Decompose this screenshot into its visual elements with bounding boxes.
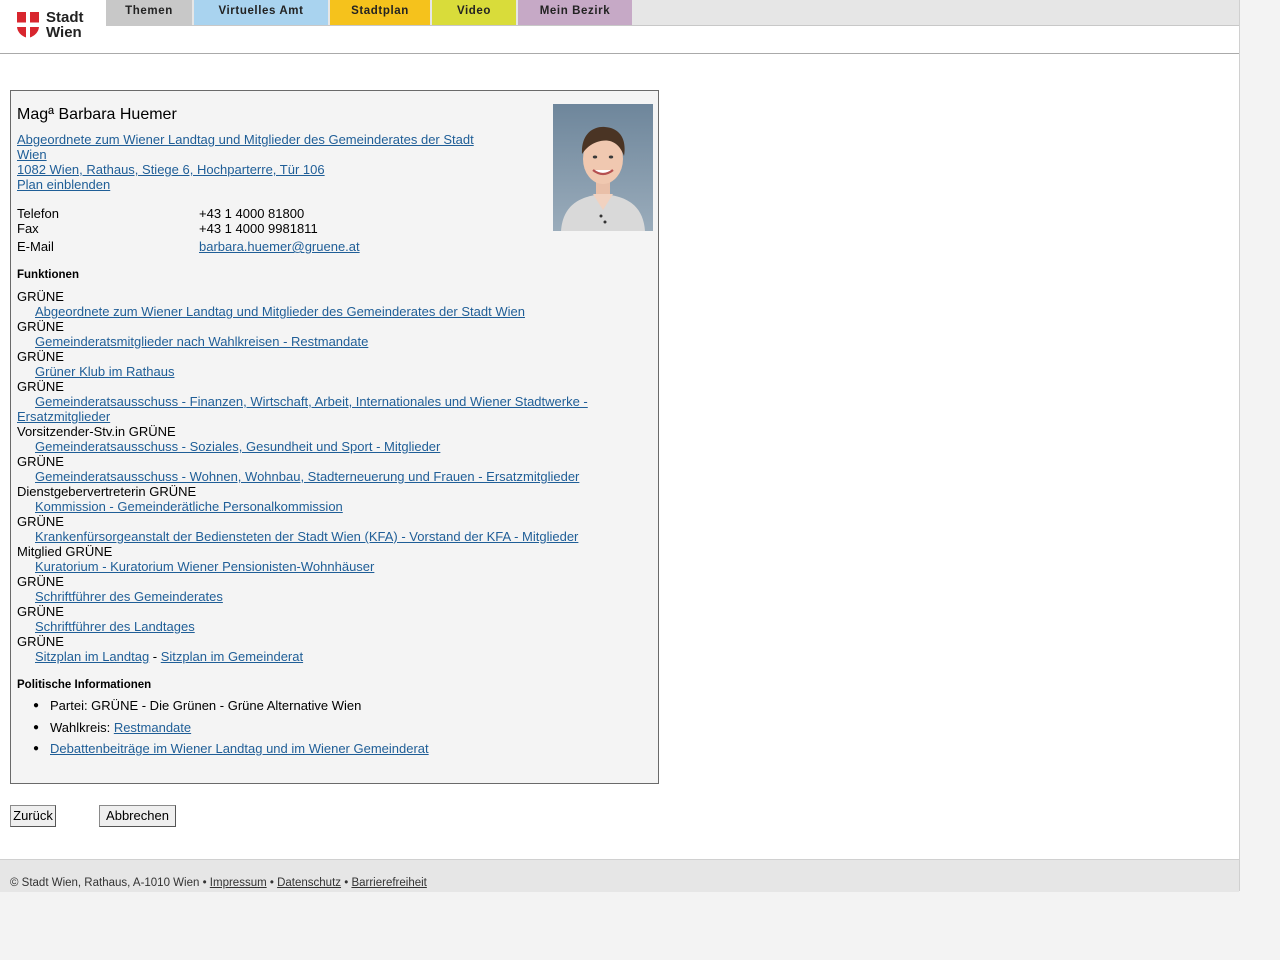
seating-plan-gemeinderat-link[interactable]: Sitzplan im Gemeinderat (161, 649, 303, 664)
nav-tab-virtuelles-amt[interactable]: Virtuelles Amt (194, 0, 328, 25)
fax-value: +43 1 4000 9981811 (199, 221, 318, 236)
cancel-button[interactable]: Abbrechen (99, 805, 176, 827)
role-link-continued[interactable]: Wien (17, 147, 47, 162)
person-photo (553, 104, 653, 231)
datenschutz-link[interactable]: Datenschutz (277, 877, 341, 889)
function-prefix: Vorsitzender-Stv.in GRÜNE (17, 424, 176, 439)
address-link[interactable]: 1082 Wien, Rathaus, Stiege 6, Hochparter… (17, 162, 325, 177)
function-link[interactable]: Schriftführer des Gemeinderates (35, 589, 223, 604)
email-label: E-Mail (17, 239, 54, 254)
phone-label: Telefon (17, 206, 59, 221)
function-prefix: GRÜNE (17, 349, 64, 364)
barrierefreiheit-link[interactable]: Barrierefreiheit (351, 877, 426, 889)
nav-tab-stadtplan[interactable]: Stadtplan (330, 0, 430, 25)
nav-tab-themen[interactable]: Themen (106, 0, 192, 25)
function-link[interactable]: Gemeinderatsausschuss - Finanzen, Wirtsc… (35, 394, 588, 409)
function-prefix: GRÜNE (17, 289, 64, 304)
show-map-link[interactable]: Plan einblenden (17, 177, 110, 192)
person-name: Magª Barbara Huemer (17, 106, 177, 123)
footer: © Stadt Wien, Rathaus, A-1010 Wien • Imp… (0, 859, 1239, 892)
phone-value: +43 1 4000 81800 (199, 206, 305, 221)
function-prefix: Dienstgebervertreterin GRÜNE (17, 484, 197, 499)
party-info: Partei: GRÜNE - Die Grünen - Grüne Alter… (50, 698, 362, 713)
function-link[interactable]: Gemeinderatsmitglieder nach Wahlkreisen … (35, 334, 368, 349)
seating-plan-links: Sitzplan im Landtag - Sitzplan im Gemein… (35, 649, 303, 664)
functions-heading: Funktionen (17, 269, 79, 281)
function-link[interactable]: Krankenfürsorgeanstalt der Bediensteten … (35, 529, 578, 544)
function-link[interactable]: Schriftführer des Landtages (35, 619, 195, 634)
bullet-icon: ● (33, 743, 40, 754)
function-link[interactable]: Kuratorium - Kuratorium Wiener Pensionis… (35, 559, 374, 574)
function-prefix: Mitglied GRÜNE (17, 544, 113, 559)
political-info-heading: Politische Informationen (17, 679, 152, 691)
function-prefix: GRÜNE (17, 454, 64, 469)
footer-text: © Stadt Wien, Rathaus, A-1010 Wien • Imp… (10, 877, 427, 889)
nav-tab-video[interactable]: Video (432, 0, 516, 25)
function-prefix: GRÜNE (17, 634, 64, 649)
function-link[interactable]: Grüner Klub im Rathaus (35, 364, 174, 379)
district-link[interactable]: Restmandate (114, 720, 191, 735)
nav-tab-mein-bezirk[interactable]: Mein Bezirk (518, 0, 632, 25)
function-link-continued[interactable]: Ersatzmitglieder (17, 409, 110, 424)
district-label: Wahlkreis: (50, 720, 114, 735)
stadt-wien-logo[interactable]: Stadt Wien (16, 10, 88, 42)
function-prefix: GRÜNE (17, 604, 64, 619)
function-prefix: GRÜNE (17, 574, 64, 589)
function-link[interactable]: Abgeordnete zum Wiener Landtag und Mitgl… (35, 304, 525, 319)
copyright-text: © Stadt Wien, Rathaus, A-1010 Wien • (10, 877, 210, 889)
function-link[interactable]: Gemeinderatsausschuss - Soziales, Gesund… (35, 439, 440, 454)
main-navigation: Themen Virtuelles Amt Stadtplan Video Me… (106, 0, 1239, 26)
seating-plan-landtag-link[interactable]: Sitzplan im Landtag (35, 649, 149, 664)
separator: • (341, 877, 352, 889)
logo-text: Stadt Wien (46, 9, 84, 41)
district-info: Wahlkreis: Restmandate (50, 720, 191, 735)
email-link[interactable]: barbara.huemer@gruene.at (199, 239, 360, 254)
person-card: Magª Barbara Huemer Abgeordnete zum Wien… (10, 90, 659, 784)
vienna-shield-icon (17, 12, 39, 38)
function-prefix: GRÜNE (17, 379, 64, 394)
impressum-link[interactable]: Impressum (210, 877, 267, 889)
function-link[interactable]: Gemeinderatsausschuss - Wohnen, Wohnbau,… (35, 469, 579, 484)
header: Stadt Wien Themen Virtuelles Amt Stadtpl… (0, 0, 1239, 54)
back-button[interactable]: Zurück (10, 805, 56, 827)
bullet-icon: ● (33, 700, 40, 711)
page: Stadt Wien Themen Virtuelles Amt Stadtpl… (0, 0, 1240, 892)
debates-link[interactable]: Debattenbeiträge im Wiener Landtag und i… (50, 741, 429, 756)
function-prefix: GRÜNE (17, 514, 64, 529)
separator: • (266, 877, 278, 889)
separator: - (149, 649, 161, 664)
fax-label: Fax (17, 221, 39, 236)
function-link[interactable]: Kommission - Gemeinderätliche Personalko… (35, 499, 343, 514)
role-link[interactable]: Abgeordnete zum Wiener Landtag und Mitgl… (17, 132, 474, 147)
function-prefix: GRÜNE (17, 319, 64, 334)
bullet-icon: ● (33, 722, 40, 733)
